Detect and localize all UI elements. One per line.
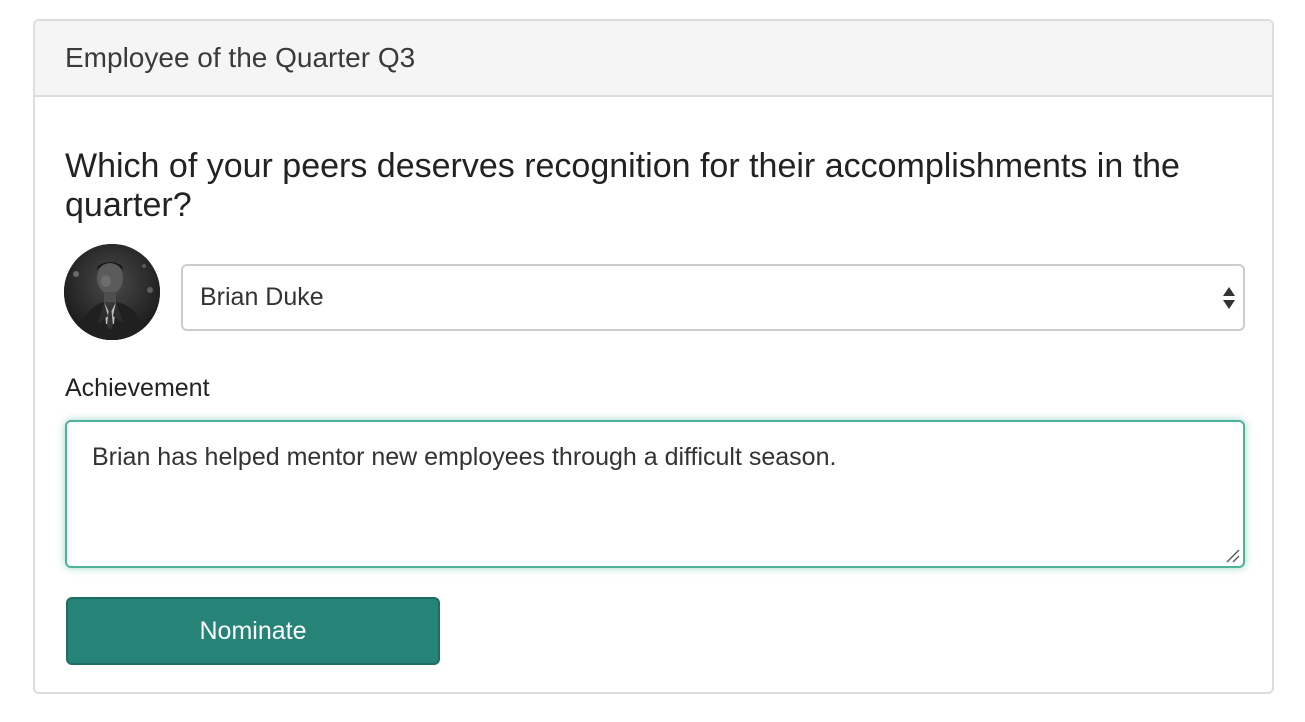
nominate-button[interactable]: Nominate xyxy=(66,597,440,665)
card-header: Employee of the Quarter Q3 xyxy=(35,21,1272,97)
nomination-card: Employee of the Quarter Q3 Which of your… xyxy=(33,19,1274,694)
achievement-text: Brian has helped mentor new employees th… xyxy=(92,443,837,471)
question-heading: Which of your peers deserves recognition… xyxy=(65,147,1180,224)
card-title: Employee of the Quarter Q3 xyxy=(65,42,416,73)
nominee-select[interactable]: Brian Duke xyxy=(181,264,1245,331)
resize-grip-icon[interactable] xyxy=(1224,547,1240,563)
achievement-textarea[interactable]: Brian has helped mentor new employees th… xyxy=(65,420,1245,568)
nominee-select-value: Brian Duke xyxy=(200,283,324,311)
nominee-avatar xyxy=(64,244,160,340)
person-photo-avatar-icon xyxy=(64,244,160,340)
achievement-label: Achievement xyxy=(65,374,210,402)
select-up-down-icon xyxy=(1223,286,1235,309)
